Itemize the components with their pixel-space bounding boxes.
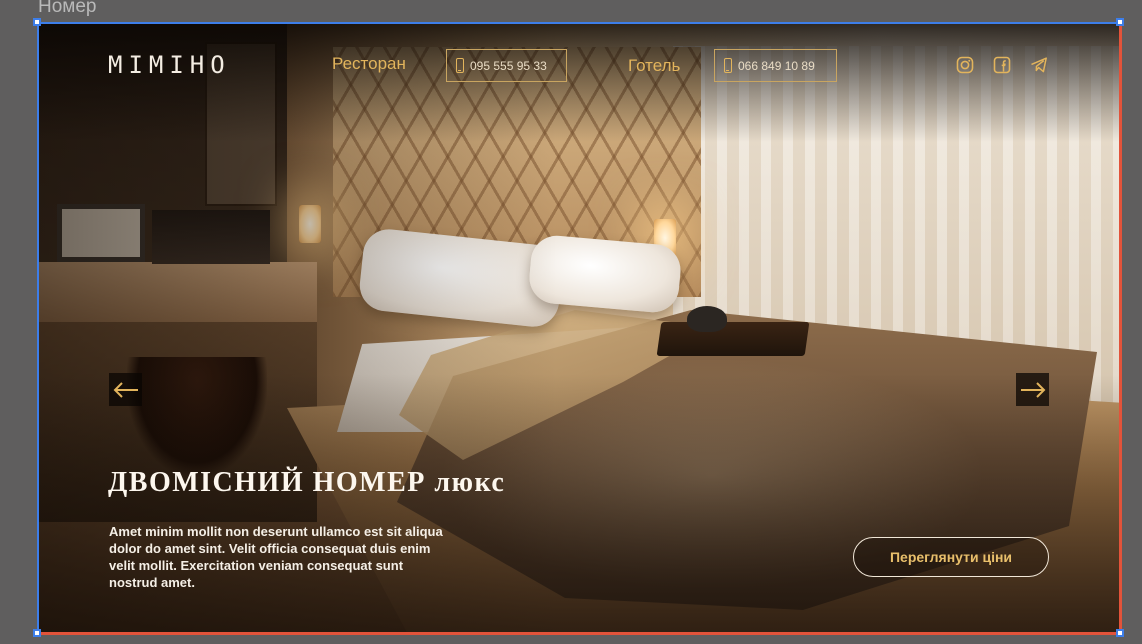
phone-icon bbox=[456, 58, 464, 73]
resize-handle-bottom-left[interactable] bbox=[33, 629, 41, 637]
restaurant-phone-button[interactable]: 095 555 95 33 bbox=[446, 49, 567, 82]
site-logo[interactable]: MIMIHO bbox=[108, 51, 231, 79]
resize-handle-top-right[interactable] bbox=[1116, 18, 1124, 26]
resize-handle-top-left[interactable] bbox=[33, 18, 41, 26]
nav-hotel-link[interactable]: Готель bbox=[628, 56, 680, 76]
teapot-image bbox=[687, 306, 727, 332]
phone-icon bbox=[724, 58, 732, 73]
bottom-overlay bbox=[37, 374, 1121, 634]
tray-image bbox=[656, 322, 810, 356]
selection-border-right bbox=[1119, 22, 1122, 634]
view-prices-button[interactable]: Переглянути ціни bbox=[853, 537, 1049, 577]
top-overlay bbox=[37, 22, 1121, 142]
prev-slide-button[interactable] bbox=[109, 373, 142, 406]
room-title: ДВОМІСНИЙ НОМЕР люкс bbox=[108, 467, 506, 498]
selection-border-bottom bbox=[37, 632, 1121, 635]
instagram-icon[interactable] bbox=[956, 56, 974, 74]
arrow-left-icon bbox=[113, 381, 138, 398]
hero-artboard[interactable]: MIMIHO Ресторан 095 555 95 33 Готель 066… bbox=[37, 22, 1121, 634]
arrow-right-icon bbox=[1020, 381, 1045, 398]
selection-border-left bbox=[37, 22, 39, 634]
next-slide-button[interactable] bbox=[1016, 373, 1049, 406]
room-description: Amet minim mollit non deserunt ullamco e… bbox=[109, 524, 443, 590]
selection-border-top bbox=[37, 22, 1121, 24]
facebook-icon[interactable] bbox=[993, 56, 1011, 74]
hotel-phone-number: 066 849 10 89 bbox=[738, 58, 815, 73]
restaurant-phone-number: 095 555 95 33 bbox=[470, 58, 547, 73]
resize-handle-bottom-right[interactable] bbox=[1116, 629, 1124, 637]
hotel-phone-button[interactable]: 066 849 10 89 bbox=[714, 49, 837, 82]
telegram-icon[interactable] bbox=[1030, 56, 1048, 74]
frame-title[interactable]: Номер bbox=[38, 0, 96, 18]
nav-restaurant-link[interactable]: Ресторан bbox=[332, 54, 406, 74]
